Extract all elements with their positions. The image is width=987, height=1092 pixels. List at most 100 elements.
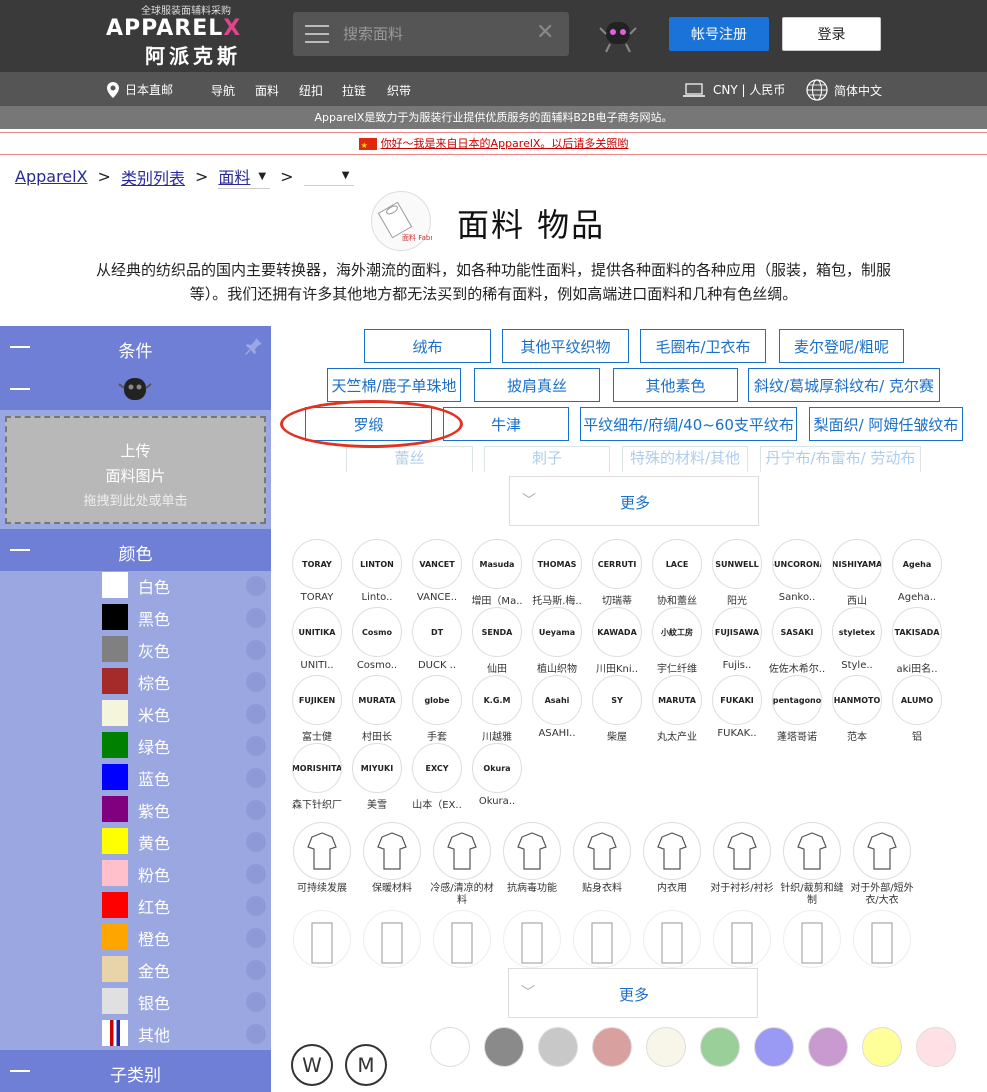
color-radio[interactable] <box>246 800 266 820</box>
subcategory-dropdown[interactable]: ▼ <box>303 168 354 186</box>
usage-item[interactable] <box>497 910 567 968</box>
color-radio[interactable] <box>246 960 266 980</box>
brand-item[interactable]: LINTON Linto.. <box>347 539 407 603</box>
color-radio[interactable] <box>246 736 266 756</box>
usage-item[interactable]: 冷感/清凉的材料 <box>427 822 497 907</box>
site-logo[interactable]: APPARELX <box>106 16 241 41</box>
brand-item[interactable]: Cosmo Cosmo.. <box>347 607 407 671</box>
color-radio[interactable] <box>246 896 266 916</box>
conditions-header[interactable]: 条件 <box>0 326 271 368</box>
nav-item-guide[interactable]: 导航 <box>211 82 235 99</box>
category-tag[interactable]: 披肩真丝 <box>474 368 600 402</box>
language-selector[interactable]: 简体中文 <box>806 79 882 101</box>
category-tag[interactable]: 斜纹/葛城厚斜纹布/ 克尔赛 <box>748 368 940 402</box>
usage-item[interactable]: 保暖材料 <box>357 822 427 895</box>
color-option[interactable]: 金色 <box>102 955 272 983</box>
brand-item[interactable]: LACE 协和蕾丝 <box>647 539 707 607</box>
usage-item[interactable] <box>777 910 847 968</box>
category-tag[interactable]: 刺子 <box>484 446 610 472</box>
login-button[interactable]: 登录 <box>782 17 881 51</box>
brand-item[interactable]: FUJISAWA Fujis.. <box>707 607 767 671</box>
search-input[interactable] <box>343 22 533 46</box>
category-tag[interactable]: 蕾丝 <box>346 446 473 472</box>
color-option[interactable]: 粉色 <box>102 859 272 887</box>
close-icon[interactable]: ✕ <box>536 21 554 45</box>
color-radio[interactable] <box>246 768 266 788</box>
color-radio[interactable] <box>246 672 266 692</box>
category-tag[interactable]: 其他素色 <box>613 368 738 402</box>
brand-item[interactable]: KAWADA 川田Kni.. <box>587 607 647 675</box>
color-filter-swatch[interactable] <box>700 1027 740 1067</box>
usage-item[interactable] <box>357 910 427 968</box>
nav-item-buttons[interactable]: 纽扣 <box>299 82 323 99</box>
color-option[interactable]: 其他 <box>102 1019 272 1047</box>
color-header[interactable]: 颜色 <box>0 529 271 571</box>
color-radio[interactable] <box>246 864 266 884</box>
brand-item[interactable]: EXCY 山本（EX.. <box>407 743 467 811</box>
usage-item[interactable] <box>567 910 637 968</box>
brand-item[interactable]: NISHIYAMA 西山 <box>827 539 887 607</box>
color-radio[interactable] <box>246 640 266 660</box>
brand-item[interactable]: MARUTA 丸太产业 <box>647 675 707 743</box>
brand-item[interactable]: MURATA 村田长 <box>347 675 407 743</box>
nav-item-zippers[interactable]: 拉链 <box>342 82 366 99</box>
color-radio[interactable] <box>246 608 266 628</box>
menu-icon[interactable] <box>305 25 329 43</box>
color-filter-swatch[interactable] <box>592 1027 632 1067</box>
color-radio[interactable] <box>246 704 266 724</box>
color-radio[interactable] <box>246 832 266 852</box>
brand-item[interactable]: pentagono 蓬塔哥诺 <box>767 675 827 743</box>
location-selector[interactable]: 日本直邮 <box>107 81 173 98</box>
usage-item[interactable] <box>427 910 497 968</box>
color-radio[interactable] <box>246 992 266 1012</box>
color-option[interactable]: 绿色 <box>102 731 272 759</box>
color-option[interactable]: 灰色 <box>102 635 272 663</box>
brand-item[interactable]: globe 手套 <box>407 675 467 743</box>
color-filter-swatch[interactable] <box>646 1027 686 1067</box>
usage-item[interactable]: 抗病毒功能 <box>497 822 567 895</box>
color-option[interactable]: 米色 <box>102 699 272 727</box>
brand-item[interactable]: Asahi ASAHI.. <box>527 675 587 739</box>
brand-item[interactable]: MORISHITA 森下针织厂 <box>287 743 347 811</box>
collapse-icon[interactable] <box>10 388 30 390</box>
color-option[interactable]: 白色 <box>102 571 272 599</box>
brand-item[interactable]: SUNCORONA Sanko.. <box>767 539 827 603</box>
color-radio[interactable] <box>246 1024 266 1044</box>
usage-item[interactable]: 贴身衣料 <box>567 822 637 895</box>
brand-item[interactable]: SUNWELL 阳光 <box>707 539 767 607</box>
brand-item[interactable]: TAKISADA aki田名.. <box>887 607 947 675</box>
nav-item-ribbons[interactable]: 织带 <box>387 82 411 99</box>
brand-item[interactable]: 小紋工房 宇仁纤维 <box>647 607 707 675</box>
color-filter-swatch[interactable] <box>484 1027 524 1067</box>
image-search-header[interactable] <box>0 368 271 410</box>
category-tag[interactable]: 丹宁布/布雷布/ 劳动布 <box>760 446 921 472</box>
usage-item[interactable]: 针织/裁剪和缝制 <box>777 822 847 907</box>
knit-icon[interactable]: M <box>345 1044 387 1086</box>
brand-item[interactable]: HANMOTO 范本 <box>827 675 887 743</box>
welcome-notice[interactable]: 你好～我是来自日本的ApparelX。以后请多关照哟 <box>0 132 987 156</box>
category-tag[interactable]: 梨面织/ 阿姆任皱纹布 <box>809 407 963 441</box>
color-option[interactable]: 蓝色 <box>102 763 272 791</box>
color-option[interactable]: 银色 <box>102 987 272 1015</box>
pin-icon[interactable] <box>244 336 264 356</box>
robot-icon[interactable] <box>598 14 638 54</box>
brand-item[interactable]: FUKAKI FUKAK.. <box>707 675 767 739</box>
category-tag[interactable]: 麦尔登呢/粗呢 <box>779 329 904 363</box>
color-option[interactable]: 紫色 <box>102 795 272 823</box>
register-button[interactable]: 帐号注册 <box>669 17 769 51</box>
color-filter-swatch[interactable] <box>430 1027 470 1067</box>
brand-item[interactable]: Ageha Ageha.. <box>887 539 947 603</box>
color-option[interactable]: 橙色 <box>102 923 272 951</box>
category-tag[interactable]: 平纹细布/府绸/40~60支平纹布 <box>580 407 797 441</box>
category-tag[interactable]: 绒布 <box>364 329 491 363</box>
usage-item[interactable]: 对于衬衫/衬衫 <box>707 822 777 895</box>
brand-item[interactable]: CERRUTI 切瑞蒂 <box>587 539 647 607</box>
category-tag[interactable]: 天竺棉/鹿子单珠地 <box>327 368 461 402</box>
color-option[interactable]: 黄色 <box>102 827 272 855</box>
brand-item[interactable]: SY 柴屋 <box>587 675 647 743</box>
brand-item[interactable]: Okura Okura.. <box>467 743 527 807</box>
brand-item[interactable]: FUJIKEN 富士健 <box>287 675 347 743</box>
color-radio[interactable] <box>246 576 266 596</box>
color-filter-swatch[interactable] <box>862 1027 902 1067</box>
nav-item-fabric[interactable]: 面料 <box>255 82 279 99</box>
